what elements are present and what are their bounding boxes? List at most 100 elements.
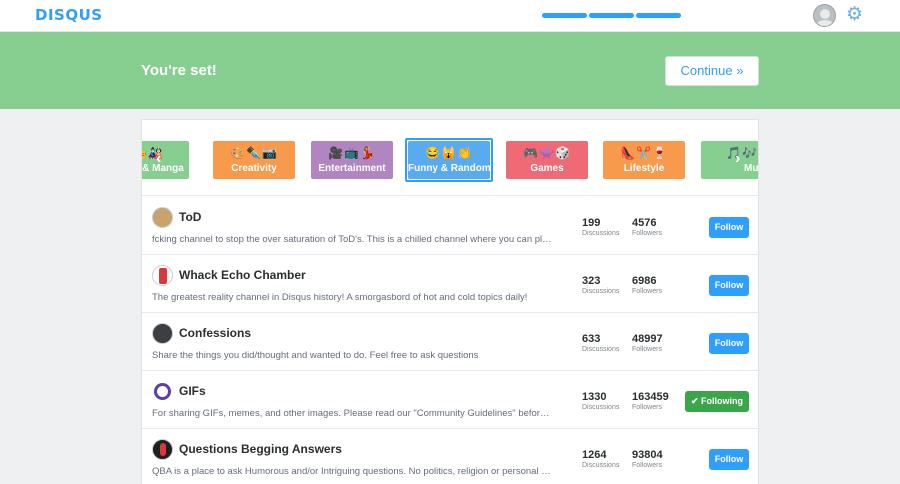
category-emoji: 😂🙀👏 <box>425 146 473 160</box>
followers-count: 48997 <box>632 333 663 345</box>
continue-button[interactable]: Continue » <box>665 56 759 86</box>
channel-name[interactable]: Questions Begging Answers <box>179 442 342 456</box>
category-tile: 🎭🎎 & Manga <box>142 141 189 179</box>
discussions-stat: 323 Discussions <box>582 275 619 295</box>
discussions-count: 1330 <box>582 391 607 403</box>
category-games[interactable]: 🎮👾🎲 Games <box>503 138 591 182</box>
follow-button[interactable]: Follow <box>709 217 749 238</box>
channel-avatar[interactable] <box>152 265 173 286</box>
followers-label: Followers <box>632 230 662 237</box>
channel-avatar[interactable] <box>152 439 173 460</box>
discussions-count: 323 <box>582 275 601 287</box>
followers-stat: 93804 Followers <box>632 449 663 469</box>
category-lifestyle[interactable]: 👠✂️🍷 Lifestyle <box>600 138 688 182</box>
disqus-logo[interactable]: DISQUS <box>35 6 103 24</box>
following-label: Following <box>701 396 744 406</box>
channel-name[interactable]: Confessions <box>179 326 251 340</box>
followers-count: 6986 <box>632 275 657 287</box>
followers-stat: 4576 Followers <box>632 217 662 237</box>
discussions-count: 199 <box>582 217 601 229</box>
checkmark-icon: ✔ <box>690 396 699 406</box>
category-label: Mus <box>744 163 759 174</box>
channel-name[interactable]: Whack Echo Chamber <box>179 268 306 282</box>
category-carousel: 🎭🎎 & Manga ‹ 🎨✒️📷 Creativity 🎥📺💃 Enterta… <box>142 120 759 196</box>
chevron-right-icon[interactable]: › <box>735 150 740 168</box>
following-button[interactable]: ✔ Following <box>685 391 749 412</box>
avatar-question-mark <box>160 443 166 456</box>
category-label: & Manga <box>142 163 184 174</box>
follow-button[interactable]: Follow <box>709 275 749 296</box>
discussions-label: Discussions <box>582 288 620 295</box>
category-creativity[interactable]: 🎨✒️📷 Creativity <box>210 138 298 182</box>
onboarding-progress <box>542 13 681 18</box>
category-tile: 🎵🎶 Mus <box>701 141 759 179</box>
followers-stat: 163459 Followers <box>632 391 669 411</box>
discussions-stat: 633 Discussions <box>582 333 619 353</box>
chevron-left-icon[interactable]: ‹ <box>156 150 161 168</box>
progress-step <box>636 13 681 18</box>
follow-button[interactable]: Follow <box>709 449 749 470</box>
channel-avatar[interactable] <box>152 323 173 344</box>
top-bar: DISQUS ⚙ <box>0 0 900 32</box>
category-tile: 🎥📺💃 Entertainment <box>311 141 393 179</box>
category-tile: 😂🙀👏 Funny & Random <box>408 141 491 179</box>
followers-label: Followers <box>632 462 662 469</box>
category-emoji: 🎭🎎 <box>142 146 164 160</box>
progress-step <box>542 13 587 18</box>
category-anime-manga[interactable]: 🎭🎎 & Manga <box>142 138 192 182</box>
category-tile: 🎮👾🎲 Games <box>506 141 588 179</box>
channel-name[interactable]: ToD <box>179 210 201 224</box>
discussions-count: 1264 <box>582 449 607 461</box>
category-tile: 🎨✒️📷 Creativity <box>213 141 295 179</box>
banner-title: You're set! <box>141 62 217 79</box>
channel-description: For sharing GIFs, memes, and other image… <box>152 408 554 419</box>
channel-avatar[interactable] <box>152 207 173 228</box>
followers-count: 4576 <box>632 217 657 229</box>
category-tile: 👠✂️🍷 Lifestyle <box>603 141 685 179</box>
channel-description: QBA is a place to ask Humorous and/or In… <box>152 466 554 477</box>
discussions-stat: 1264 Discussions <box>582 449 619 469</box>
category-entertainment[interactable]: 🎥📺💃 Entertainment <box>308 138 396 182</box>
category-emoji: 🎨✒️📷 <box>230 146 278 160</box>
followers-label: Followers <box>632 404 662 411</box>
category-music[interactable]: 🎵🎶 Mus <box>698 138 759 182</box>
discussions-label: Discussions <box>582 462 620 469</box>
category-emoji: 🎥📺💃 <box>328 146 376 160</box>
user-avatar[interactable] <box>813 4 836 27</box>
channel-row[interactable]: Confessions Share the things you did/tho… <box>142 313 758 371</box>
category-label: Games <box>530 163 564 174</box>
category-emoji: 🎮👾🎲 <box>523 146 571 160</box>
follow-button[interactable]: Follow <box>709 333 749 354</box>
category-emoji: 👠✂️🍷 <box>620 146 668 160</box>
followers-label: Followers <box>632 288 662 295</box>
channel-row[interactable]: Whack Echo Chamber The greatest reality … <box>142 255 758 313</box>
category-emoji: 🎵🎶 <box>726 146 758 160</box>
followers-count: 163459 <box>632 391 669 403</box>
progress-step <box>589 13 634 18</box>
avatar-figure <box>159 268 167 284</box>
channel-description: fcking channel to stop the over saturati… <box>152 234 554 245</box>
followers-count: 93804 <box>632 449 663 461</box>
category-label: Lifestyle <box>623 163 665 174</box>
category-label: Creativity <box>231 163 277 174</box>
channel-avatar[interactable] <box>152 381 173 402</box>
category-label: Entertainment <box>318 163 386 174</box>
channel-description: Share the things you did/thought and wan… <box>152 350 479 361</box>
channel-row[interactable]: Questions Begging Answers QBA is a place… <box>142 429 758 484</box>
discussions-label: Discussions <box>582 404 620 411</box>
category-funny-random[interactable]: 😂🙀👏 Funny & Random <box>405 138 493 182</box>
discussions-stat: 199 Discussions <box>582 217 619 237</box>
channel-row[interactable]: GIFs For sharing GIFs, memes, and other … <box>142 371 758 429</box>
success-banner: You're set! Continue » <box>0 32 900 109</box>
channel-row[interactable]: ToD fcking channel to stop the over satu… <box>142 197 758 255</box>
followers-stat: 6986 Followers <box>632 275 662 295</box>
discussions-count: 633 <box>582 333 601 345</box>
channel-panel: 🎭🎎 & Manga ‹ 🎨✒️📷 Creativity 🎥📺💃 Enterta… <box>141 119 759 484</box>
category-label: Funny & Random <box>408 163 491 174</box>
channel-description: The greatest reality channel in Disqus h… <box>152 292 528 303</box>
followers-label: Followers <box>632 346 662 353</box>
avatar-ring <box>154 383 171 400</box>
gear-icon[interactable]: ⚙ <box>846 4 864 26</box>
discussions-stat: 1330 Discussions <box>582 391 619 411</box>
channel-name[interactable]: GIFs <box>179 384 206 398</box>
